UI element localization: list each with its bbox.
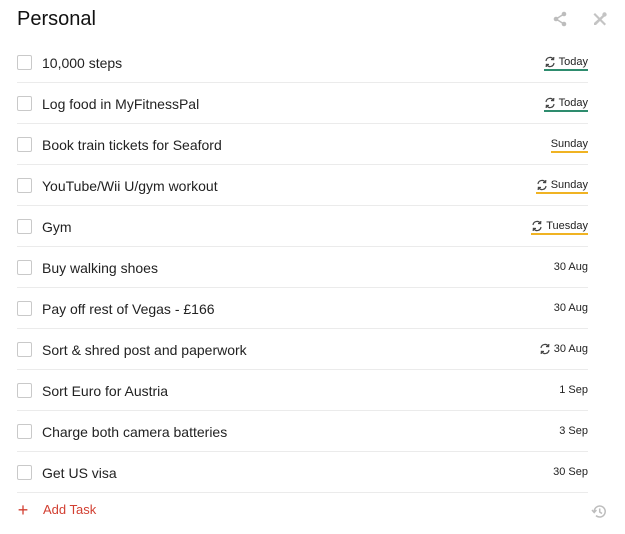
- repeat-icon: [539, 343, 551, 355]
- task-checkbox[interactable]: [17, 260, 32, 275]
- task-row[interactable]: 10,000 steps Today: [17, 42, 588, 83]
- due-date[interactable]: Sunday: [535, 179, 588, 194]
- repeat-icon: [544, 97, 556, 109]
- due-date-label: 30 Sep: [553, 466, 588, 478]
- task-checkbox[interactable]: [17, 178, 32, 193]
- list-title: Personal: [17, 8, 96, 30]
- task-checkbox[interactable]: [17, 219, 32, 234]
- task-checkbox[interactable]: [17, 424, 32, 439]
- due-date[interactable]: Sunday: [550, 138, 588, 153]
- due-date[interactable]: 1 Sep: [559, 384, 588, 398]
- due-date-label: 30 Aug: [553, 343, 588, 355]
- repeat-icon: [544, 56, 556, 68]
- add-task-label: Add Task: [43, 502, 97, 517]
- task-checkbox[interactable]: [17, 137, 32, 152]
- due-date-label: Tuesday: [546, 220, 588, 232]
- task-text[interactable]: Charge both camera batteries: [42, 424, 227, 440]
- due-date[interactable]: 30 Aug: [554, 261, 588, 275]
- due-date[interactable]: 3 Sep: [559, 425, 588, 439]
- task-text[interactable]: Sort & shred post and paperwork: [42, 342, 247, 358]
- due-date-label: 3 Sep: [559, 425, 588, 437]
- add-task-button[interactable]: + Add Task: [17, 499, 97, 520]
- due-date-label: Sunday: [550, 179, 588, 191]
- task-row[interactable]: Book train tickets for Seaford Sunday: [17, 124, 588, 165]
- task-text[interactable]: Get US visa: [42, 465, 117, 481]
- due-date[interactable]: Today: [543, 56, 588, 71]
- task-checkbox[interactable]: [17, 55, 32, 70]
- task-row[interactable]: Gym Tuesday: [17, 206, 588, 247]
- task-text[interactable]: 10,000 steps: [42, 55, 122, 71]
- due-date[interactable]: 30 Aug: [539, 343, 588, 357]
- due-date-label: Sunday: [550, 138, 588, 150]
- task-checkbox[interactable]: [17, 96, 32, 111]
- task-row[interactable]: Charge both camera batteries 3 Sep: [17, 411, 588, 452]
- due-date-label: 30 Aug: [553, 302, 588, 314]
- task-row[interactable]: YouTube/Wii U/gym workout Sunday: [17, 165, 588, 206]
- task-text[interactable]: Log food in MyFitnessPal: [42, 96, 199, 112]
- share-icon[interactable]: [551, 10, 569, 28]
- repeat-icon: [536, 179, 548, 191]
- task-checkbox[interactable]: [17, 383, 32, 398]
- plus-icon: +: [17, 499, 29, 520]
- due-date[interactable]: 30 Sep: [553, 466, 588, 480]
- task-list: 10,000 steps Today Log food in MyFitnessPa…: [17, 42, 588, 493]
- task-row[interactable]: Buy walking shoes 30 Aug: [17, 247, 588, 288]
- tools-icon[interactable]: [591, 10, 609, 28]
- list-header: Personal: [0, 0, 625, 44]
- task-text[interactable]: YouTube/Wii U/gym workout: [42, 178, 218, 194]
- due-date[interactable]: Tuesday: [531, 220, 588, 235]
- due-date[interactable]: Today: [543, 97, 588, 112]
- task-checkbox[interactable]: [17, 301, 32, 316]
- due-date-label: Today: [558, 97, 588, 109]
- repeat-icon: [531, 220, 543, 232]
- task-row[interactable]: Log food in MyFitnessPal Today: [17, 83, 588, 124]
- task-text[interactable]: Pay off rest of Vegas - £166: [42, 301, 215, 317]
- task-text[interactable]: Book train tickets for Seaford: [42, 137, 222, 153]
- due-date[interactable]: 30 Aug: [554, 302, 588, 316]
- list-footer: + Add Task: [0, 496, 625, 526]
- task-text[interactable]: Gym: [42, 219, 72, 235]
- task-row[interactable]: Pay off rest of Vegas - £166 30 Aug: [17, 288, 588, 329]
- task-row[interactable]: Sort & shred post and paperwork 30 Aug: [17, 329, 588, 370]
- task-row[interactable]: Get US visa 30 Sep: [17, 452, 588, 493]
- due-date-label: Today: [558, 56, 588, 68]
- task-text[interactable]: Buy walking shoes: [42, 260, 158, 276]
- history-icon[interactable]: [591, 503, 608, 520]
- task-checkbox[interactable]: [17, 465, 32, 480]
- task-row[interactable]: Sort Euro for Austria 1 Sep: [17, 370, 588, 411]
- due-date-label: 1 Sep: [559, 384, 588, 396]
- task-checkbox[interactable]: [17, 342, 32, 357]
- due-date-label: 30 Aug: [553, 261, 588, 273]
- task-text[interactable]: Sort Euro for Austria: [42, 383, 168, 399]
